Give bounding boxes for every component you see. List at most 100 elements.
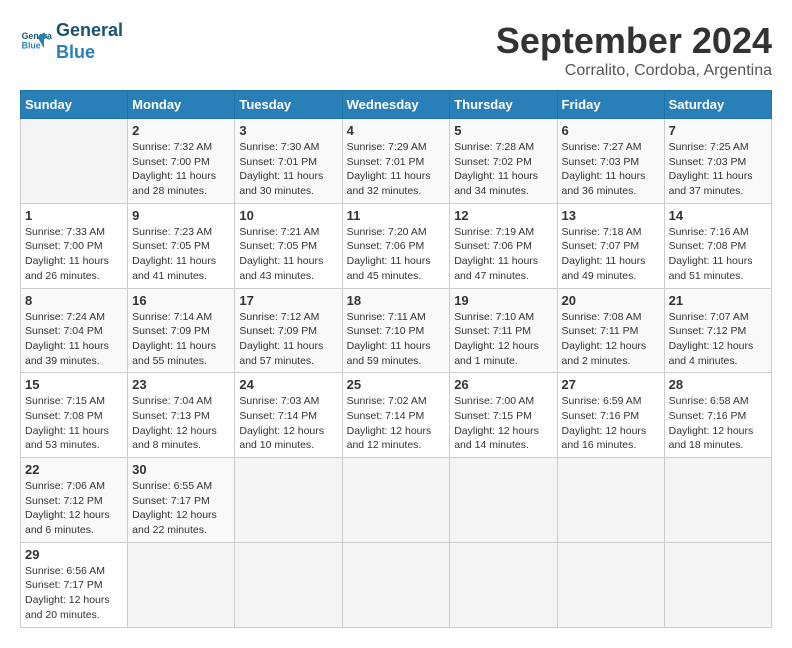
day-info: Sunrise: 7:14 AM Sunset: 7:09 PM Dayligh… xyxy=(132,310,230,369)
day-info: Sunrise: 7:18 AM Sunset: 7:07 PM Dayligh… xyxy=(562,225,660,284)
day-info: Sunrise: 7:02 AM Sunset: 7:14 PM Dayligh… xyxy=(347,394,446,453)
day-number: 30 xyxy=(132,462,230,477)
day-number: 1 xyxy=(25,208,123,223)
calendar-cell: 28 Sunrise: 6:58 AM Sunset: 7:16 PM Dayli… xyxy=(664,373,771,458)
day-header-monday: Monday xyxy=(128,91,235,119)
day-number: 3 xyxy=(239,123,337,138)
calendar-cell xyxy=(128,542,235,627)
calendar-cell: 15Sunrise: 7:15 AM Sunset: 7:08 PM Dayli… xyxy=(21,373,128,458)
month-title: September 2024 xyxy=(496,20,772,62)
calendar-cell xyxy=(21,119,128,204)
day-header-friday: Friday xyxy=(557,91,664,119)
calendar-cell: 7Sunrise: 7:25 AM Sunset: 7:03 PM Daylig… xyxy=(664,119,771,204)
day-number: 13 xyxy=(562,208,660,223)
calendar-cell: 2Sunrise: 7:32 AM Sunset: 7:00 PM Daylig… xyxy=(128,119,235,204)
title-block: September 2024 Corralito, Cordoba, Argen… xyxy=(496,20,772,80)
day-number: 27 xyxy=(562,377,660,392)
day-info: Sunrise: 6:56 AM Sunset: 7:17 PM Dayligh… xyxy=(25,564,123,623)
day-info: Sunrise: 7:19 AM Sunset: 7:06 PM Dayligh… xyxy=(454,225,552,284)
day-info: Sunrise: 7:33 AM Sunset: 7:00 PM Dayligh… xyxy=(25,225,123,284)
day-number: 23 xyxy=(132,377,230,392)
calendar-cell: 8 Sunrise: 7:24 AM Sunset: 7:04 PM Daylig… xyxy=(21,288,128,373)
day-info: Sunrise: 7:30 AM Sunset: 7:01 PM Dayligh… xyxy=(239,140,337,199)
calendar-cell: 1 Sunrise: 7:33 AM Sunset: 7:00 PM Daylig… xyxy=(21,203,128,288)
day-info: Sunrise: 6:58 AM Sunset: 7:16 PM Dayligh… xyxy=(669,394,767,453)
day-number: 9 xyxy=(132,208,230,223)
logo-line2: Blue xyxy=(56,42,95,62)
calendar-cell: 23 Sunrise: 7:04 AM Sunset: 7:13 PM Dayli… xyxy=(128,373,235,458)
calendar-week-row: 8 Sunrise: 7:24 AM Sunset: 7:04 PM Daylig… xyxy=(21,288,772,373)
day-number: 12 xyxy=(454,208,552,223)
day-header-saturday: Saturday xyxy=(664,91,771,119)
day-number: 2 xyxy=(132,123,230,138)
logo-line1: General xyxy=(56,20,123,40)
calendar-header-row: SundayMondayTuesdayWednesdayThursdayFrid… xyxy=(21,91,772,119)
calendar-week-row: 2Sunrise: 7:32 AM Sunset: 7:00 PM Daylig… xyxy=(21,119,772,204)
calendar-cell: 22Sunrise: 7:06 AM Sunset: 7:12 PM Dayli… xyxy=(21,458,128,543)
day-number: 18 xyxy=(347,293,446,308)
day-number: 28 xyxy=(669,377,767,392)
day-number: 10 xyxy=(239,208,337,223)
day-header-sunday: Sunday xyxy=(21,91,128,119)
calendar-cell: 11Sunrise: 7:20 AM Sunset: 7:06 PM Dayli… xyxy=(342,203,450,288)
day-info: Sunrise: 7:28 AM Sunset: 7:02 PM Dayligh… xyxy=(454,140,552,199)
calendar-cell xyxy=(450,542,557,627)
calendar-table: SundayMondayTuesdayWednesdayThursdayFrid… xyxy=(20,90,772,628)
day-number: 17 xyxy=(239,293,337,308)
day-info: Sunrise: 7:07 AM Sunset: 7:12 PM Dayligh… xyxy=(669,310,767,369)
calendar-cell: 24 Sunrise: 7:03 AM Sunset: 7:14 PM Dayli… xyxy=(235,373,342,458)
calendar-cell xyxy=(235,458,342,543)
calendar-cell: 20Sunrise: 7:08 AM Sunset: 7:11 PM Dayli… xyxy=(557,288,664,373)
day-number: 4 xyxy=(347,123,446,138)
day-info: Sunrise: 7:24 AM Sunset: 7:04 PM Dayligh… xyxy=(25,310,123,369)
calendar-cell: 18Sunrise: 7:11 AM Sunset: 7:10 PM Dayli… xyxy=(342,288,450,373)
calendar-cell xyxy=(664,542,771,627)
calendar-week-row: 22Sunrise: 7:06 AM Sunset: 7:12 PM Dayli… xyxy=(21,458,772,543)
calendar-week-row: 15Sunrise: 7:15 AM Sunset: 7:08 PM Dayli… xyxy=(21,373,772,458)
calendar-cell: 19 Sunrise: 7:10 AM Sunset: 7:11 PM Dayli… xyxy=(450,288,557,373)
day-info: Sunrise: 7:29 AM Sunset: 7:01 PM Dayligh… xyxy=(347,140,446,199)
calendar-cell: 12 Sunrise: 7:19 AM Sunset: 7:06 PM Dayli… xyxy=(450,203,557,288)
calendar-cell xyxy=(557,542,664,627)
day-number: 26 xyxy=(454,377,552,392)
day-info: Sunrise: 6:59 AM Sunset: 7:16 PM Dayligh… xyxy=(562,394,660,453)
day-info: Sunrise: 7:10 AM Sunset: 7:11 PM Dayligh… xyxy=(454,310,552,369)
day-info: Sunrise: 7:08 AM Sunset: 7:11 PM Dayligh… xyxy=(562,310,660,369)
calendar-cell: 4 Sunrise: 7:29 AM Sunset: 7:01 PM Daylig… xyxy=(342,119,450,204)
day-info: Sunrise: 7:00 AM Sunset: 7:15 PM Dayligh… xyxy=(454,394,552,453)
day-info: Sunrise: 7:04 AM Sunset: 7:13 PM Dayligh… xyxy=(132,394,230,453)
calendar-cell xyxy=(664,458,771,543)
day-number: 8 xyxy=(25,293,123,308)
day-number: 29 xyxy=(25,547,123,562)
calendar-cell: 26 Sunrise: 7:00 AM Sunset: 7:15 PM Dayli… xyxy=(450,373,557,458)
day-info: Sunrise: 7:12 AM Sunset: 7:09 PM Dayligh… xyxy=(239,310,337,369)
calendar-cell: 6Sunrise: 7:27 AM Sunset: 7:03 PM Daylig… xyxy=(557,119,664,204)
day-number: 6 xyxy=(562,123,660,138)
day-number: 24 xyxy=(239,377,337,392)
day-number: 19 xyxy=(454,293,552,308)
calendar-cell: 25 Sunrise: 7:02 AM Sunset: 7:14 PM Dayli… xyxy=(342,373,450,458)
day-number: 25 xyxy=(347,377,446,392)
location-subtitle: Corralito, Cordoba, Argentina xyxy=(496,62,772,80)
calendar-cell xyxy=(342,458,450,543)
calendar-cell xyxy=(342,542,450,627)
day-number: 16 xyxy=(132,293,230,308)
day-header-tuesday: Tuesday xyxy=(235,91,342,119)
calendar-cell xyxy=(557,458,664,543)
calendar-week-row: 29 Sunrise: 6:56 AM Sunset: 7:17 PM Dayli… xyxy=(21,542,772,627)
calendar-week-row: 1 Sunrise: 7:33 AM Sunset: 7:00 PM Daylig… xyxy=(21,203,772,288)
day-info: Sunrise: 7:23 AM Sunset: 7:05 PM Dayligh… xyxy=(132,225,230,284)
page-header: General Blue General Blue September 2024… xyxy=(20,20,772,80)
calendar-cell: 21 Sunrise: 7:07 AM Sunset: 7:12 PM Dayli… xyxy=(664,288,771,373)
day-info: Sunrise: 7:15 AM Sunset: 7:08 PM Dayligh… xyxy=(25,394,123,453)
calendar-cell: 27 Sunrise: 6:59 AM Sunset: 7:16 PM Dayli… xyxy=(557,373,664,458)
calendar-cell: 13 Sunrise: 7:18 AM Sunset: 7:07 PM Dayli… xyxy=(557,203,664,288)
day-header-wednesday: Wednesday xyxy=(342,91,450,119)
calendar-cell: 16 Sunrise: 7:14 AM Sunset: 7:09 PM Dayli… xyxy=(128,288,235,373)
day-number: 21 xyxy=(669,293,767,308)
calendar-cell xyxy=(450,458,557,543)
day-header-thursday: Thursday xyxy=(450,91,557,119)
calendar-cell: 5 Sunrise: 7:28 AM Sunset: 7:02 PM Daylig… xyxy=(450,119,557,204)
day-info: Sunrise: 7:03 AM Sunset: 7:14 PM Dayligh… xyxy=(239,394,337,453)
day-number: 5 xyxy=(454,123,552,138)
